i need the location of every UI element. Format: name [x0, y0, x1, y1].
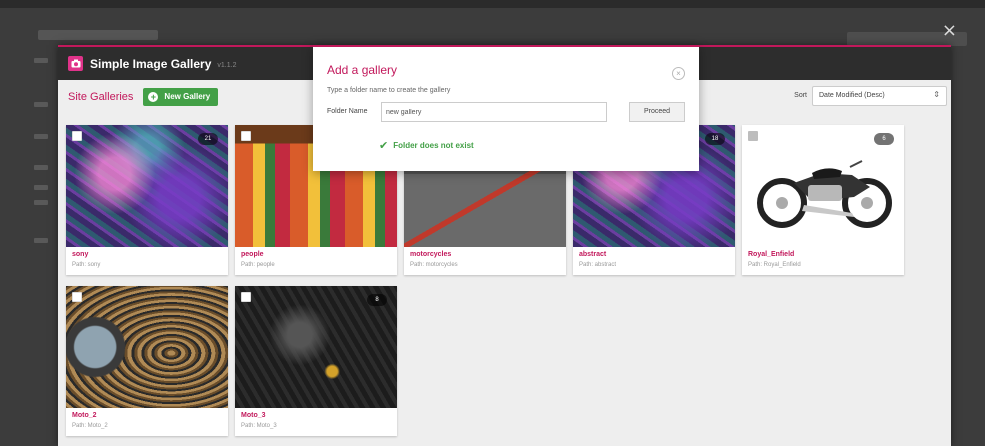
plus-icon: + [148, 91, 159, 102]
checkmark-icon: ✔ [379, 139, 389, 152]
gallery-checkbox[interactable] [241, 292, 251, 302]
background-sidebar-item [34, 102, 48, 107]
image-count-badge: 6 [874, 133, 894, 145]
gallery-checkbox[interactable] [72, 292, 82, 302]
camera-icon [68, 56, 83, 71]
gallery-card[interactable]: Moto_2 Path: Moto_2 [66, 286, 228, 436]
image-count-badge: 18 [705, 133, 725, 145]
folder-name-input[interactable] [381, 102, 607, 122]
gallery-name[interactable]: motorcycles [410, 251, 451, 258]
gallery-name[interactable]: Moto_2 [72, 412, 97, 419]
new-gallery-label: New Gallery [164, 92, 211, 101]
dialog-hint: Type a folder name to create the gallery [327, 87, 451, 94]
gallery-path: Path: abstract [579, 262, 617, 268]
gallery-card[interactable]: 8 Moto_3 Path: Moto_3 [235, 286, 397, 436]
select-arrows-icon: ⇕ [933, 90, 940, 99]
dialog-close-icon[interactable]: × [672, 67, 685, 80]
gallery-card[interactable]: 6 Royal_Enfield Path: Royal_Enfield [742, 125, 904, 275]
background-sidebar-item [34, 238, 48, 243]
gallery-card[interactable]: 21 sony Path: sony [66, 125, 228, 275]
background-sidebar-item [34, 165, 48, 170]
background-sidebar-item [34, 185, 48, 190]
gallery-name[interactable]: sony [72, 251, 88, 258]
gallery-checkbox[interactable] [241, 131, 251, 141]
gallery-path: Path: Moto_2 [72, 423, 108, 429]
folder-status-text: Folder does not exist [393, 141, 474, 150]
gallery-path: Path: people [241, 262, 275, 268]
gallery-name[interactable]: abstract [579, 251, 606, 258]
close-overlay-icon[interactable]: × [942, 22, 957, 40]
section-title: Site Galleries [68, 90, 134, 103]
background-sidebar-item [34, 134, 48, 139]
gallery-checkbox[interactable] [748, 131, 758, 141]
gallery-name[interactable]: Moto_3 [241, 412, 266, 419]
folder-status: ✔ Folder does not exist [379, 139, 474, 152]
gallery-path: Path: motorcycles [410, 262, 458, 268]
sort-label: Sort [794, 92, 807, 99]
proceed-button[interactable]: Proceed [629, 102, 685, 122]
gallery-path: Path: Royal_Enfield [748, 262, 801, 268]
app-title: Simple Image Gallery [90, 56, 212, 71]
sort-select-value: Date Modified (Desc) [819, 92, 885, 99]
app-version: v1.1.2 [217, 61, 237, 69]
image-count-badge: 8 [367, 294, 387, 306]
background-sidebar-item [34, 200, 48, 205]
gallery-path: Path: Moto_3 [241, 423, 277, 429]
folder-name-label: Folder Name [327, 108, 368, 115]
image-count-badge: 21 [198, 133, 218, 145]
dialog-title: Add a gallery [327, 63, 398, 77]
background-page-title [38, 30, 158, 40]
add-gallery-dialog: Add a gallery × Type a folder name to cr… [313, 45, 699, 171]
gallery-name[interactable]: Royal_Enfield [748, 251, 794, 258]
background-sidebar-item [34, 58, 48, 63]
gallery-checkbox[interactable] [72, 131, 82, 141]
gallery-thumbnail[interactable] [66, 286, 228, 408]
admin-top-bar [0, 0, 985, 8]
new-gallery-button[interactable]: + New Gallery [143, 87, 219, 106]
gallery-name[interactable]: people [241, 251, 264, 258]
gallery-path: Path: sony [72, 262, 101, 268]
sort-select[interactable]: Date Modified (Desc) ⇕ [812, 86, 947, 106]
